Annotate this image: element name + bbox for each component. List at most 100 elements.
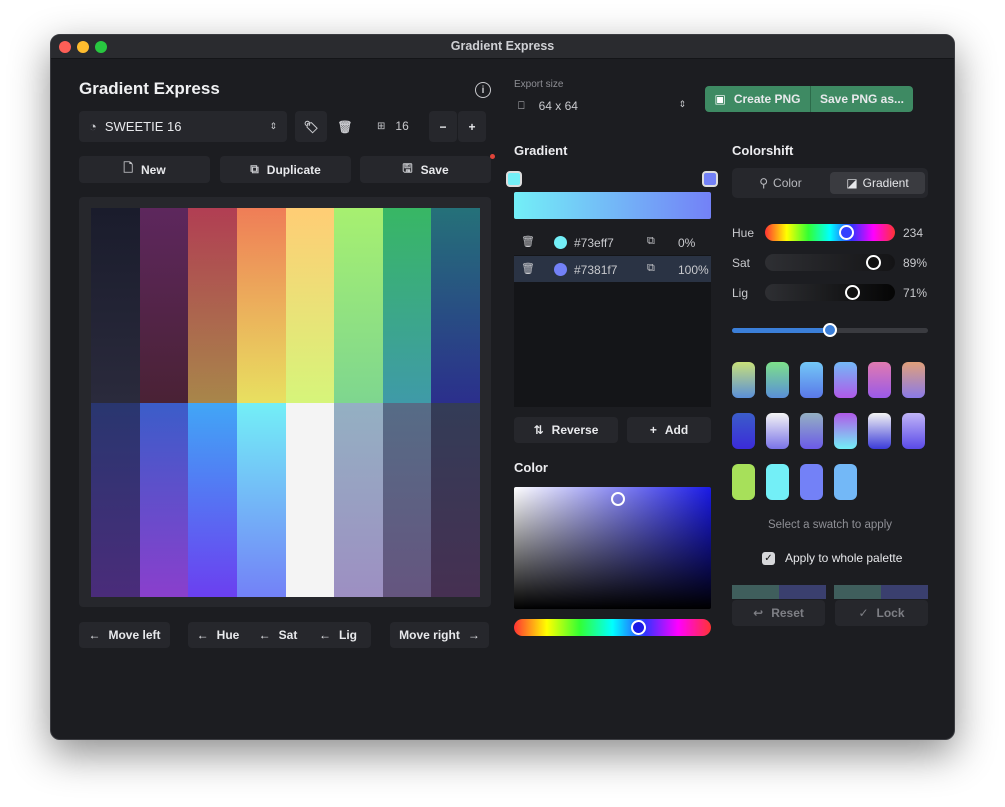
- colorshift-tabs: ⚲ Color ◪ Gradient: [732, 168, 928, 198]
- gradient-swatch[interactable]: [732, 362, 755, 398]
- save-button[interactable]: 🖫 Save: [360, 156, 491, 183]
- palette-color-column[interactable]: [431, 403, 480, 597]
- info-icon[interactable]: i: [475, 82, 491, 98]
- lig-value: 71%: [903, 286, 928, 300]
- export-size-label: Export size: [514, 79, 564, 90]
- hue-label: Hue: [732, 226, 755, 240]
- palette-color-column[interactable]: [236, 403, 286, 597]
- lig-label: Lig: [732, 286, 749, 300]
- stop-position[interactable]: 0%: [678, 236, 695, 250]
- gradient-swatch[interactable]: [766, 413, 789, 449]
- increase-count-button[interactable]: +: [458, 111, 486, 142]
- move-left-button[interactable]: ← Move left: [79, 622, 170, 648]
- color-saturation-field[interactable]: [514, 487, 711, 609]
- trash-icon[interactable]: 🗑︎: [521, 235, 535, 248]
- palette-color-column[interactable]: [334, 403, 383, 597]
- hue-left-button[interactable]: ← Hue: [188, 622, 248, 648]
- gradient-swatch[interactable]: [800, 464, 823, 500]
- amount-slider[interactable]: [732, 323, 928, 337]
- create-png-button[interactable]: ▣ Create PNG: [705, 86, 810, 112]
- sat-left-button[interactable]: ← Sat: [248, 622, 308, 648]
- trash-icon[interactable]: 🗑︎: [521, 262, 535, 275]
- gradient-swatch[interactable]: [868, 413, 891, 449]
- palette-color-column[interactable]: [139, 208, 189, 403]
- slider-handle[interactable]: [845, 285, 860, 300]
- add-stop-button[interactable]: + Add: [627, 417, 711, 443]
- gradient-swatch[interactable]: [800, 362, 823, 398]
- hue-slider[interactable]: [514, 619, 711, 636]
- shift-lig-slider[interactable]: [765, 284, 895, 301]
- shift-preview-strip: [732, 585, 928, 599]
- export-size-select[interactable]: ⎕ 64 x 64 ⇕: [518, 99, 686, 113]
- gradient-swatch[interactable]: [834, 413, 857, 449]
- amount-slider-handle[interactable]: [823, 323, 837, 337]
- shift-hue-slider[interactable]: [765, 224, 895, 241]
- hsl-shift-group: ← Hue ← Sat ← Lig: [188, 622, 371, 648]
- gradient-swatch[interactable]: [766, 464, 789, 500]
- tag-button[interactable]: 🏷︎: [295, 111, 327, 142]
- tab-color[interactable]: ⚲ Color: [732, 168, 829, 198]
- decrease-count-button[interactable]: −: [429, 111, 457, 142]
- stop-position[interactable]: 100%: [678, 263, 709, 277]
- tab-gradient[interactable]: ◪ Gradient: [830, 172, 925, 194]
- minus-icon: −: [439, 119, 447, 134]
- stop-hex[interactable]: #7381f7: [574, 263, 617, 277]
- checkmark-icon[interactable]: ✓: [762, 551, 775, 565]
- document-icon: 🗋: [123, 161, 133, 175]
- palette-color-column[interactable]: [139, 403, 189, 597]
- new-button[interactable]: 🗋 New: [79, 156, 210, 183]
- palette-color-column[interactable]: [382, 403, 432, 597]
- color-picker-handle[interactable]: [611, 492, 625, 506]
- gradient-swatch[interactable]: [766, 362, 789, 398]
- strip-segment: [732, 585, 779, 599]
- reset-button[interactable]: ↩ Reset: [732, 600, 825, 626]
- strip-segment: [779, 585, 826, 599]
- palette-color-column[interactable]: [431, 208, 480, 403]
- palette-color-column[interactable]: [188, 403, 237, 597]
- minimize-window-button[interactable]: [77, 41, 89, 53]
- gradient-swatch[interactable]: [800, 413, 823, 449]
- unsaved-indicator: [490, 154, 495, 159]
- app-window: Gradient Express Gradient Express i ◔ SW…: [50, 34, 955, 740]
- gradient-swatch[interactable]: [834, 362, 857, 398]
- palette-color-column[interactable]: [382, 208, 432, 403]
- palette-select[interactable]: ◔ SWEETIE 16 ⇕: [79, 111, 287, 142]
- slider-handle[interactable]: [866, 255, 881, 270]
- palette-color-column[interactable]: [91, 403, 140, 597]
- lock-button[interactable]: ✓ Lock: [835, 600, 928, 626]
- palette-color-column[interactable]: [188, 208, 237, 403]
- copy-icon[interactable]: ⧉: [647, 235, 655, 248]
- save-png-as-button[interactable]: Save PNG as...: [810, 86, 913, 112]
- gradient-stop-row[interactable]: 🗑︎ #73eff7 ⧉ 0%: [514, 229, 711, 255]
- sat-value: 89%: [903, 256, 928, 270]
- palette-color-column[interactable]: [285, 208, 335, 403]
- apply-whole-palette-checkbox[interactable]: ✓ Apply to whole palette: [762, 551, 902, 565]
- palette-color-column[interactable]: [91, 208, 140, 403]
- gradient-swatch[interactable]: [732, 413, 755, 449]
- move-right-button[interactable]: Move right →: [390, 622, 489, 648]
- zoom-window-button[interactable]: [95, 41, 107, 53]
- gradient-swatch[interactable]: [834, 464, 857, 500]
- gradient-end-handle[interactable]: [702, 171, 718, 187]
- copy-icon[interactable]: ⧉: [647, 262, 655, 275]
- slider-handle[interactable]: [839, 225, 854, 240]
- gradient-swatch[interactable]: [868, 362, 891, 398]
- delete-palette-button[interactable]: 🗑︎: [329, 111, 361, 142]
- stop-hex[interactable]: #73eff7: [574, 236, 614, 250]
- shift-sat-slider[interactable]: [765, 254, 895, 271]
- close-window-button[interactable]: [59, 41, 71, 53]
- gradient-start-handle[interactable]: [506, 171, 522, 187]
- reverse-button[interactable]: ⇅ Reverse: [514, 417, 618, 443]
- gradient-stop-row[interactable]: 🗑︎ #7381f7 ⧉ 100%: [514, 256, 711, 282]
- sat-label: Sat: [732, 256, 751, 270]
- gradient-swatch[interactable]: [732, 464, 755, 500]
- hue-slider-handle[interactable]: [631, 620, 646, 635]
- palette-color-column[interactable]: [334, 208, 383, 403]
- gradient-swatch[interactable]: [902, 362, 925, 398]
- lig-left-button[interactable]: ← Lig: [308, 622, 368, 648]
- duplicate-button[interactable]: ⧉ Duplicate: [220, 156, 351, 183]
- swatch-hint: Select a swatch to apply: [767, 519, 892, 531]
- palette-color-column[interactable]: [285, 403, 335, 597]
- gradient-swatch[interactable]: [902, 413, 925, 449]
- palette-color-column[interactable]: [236, 208, 286, 403]
